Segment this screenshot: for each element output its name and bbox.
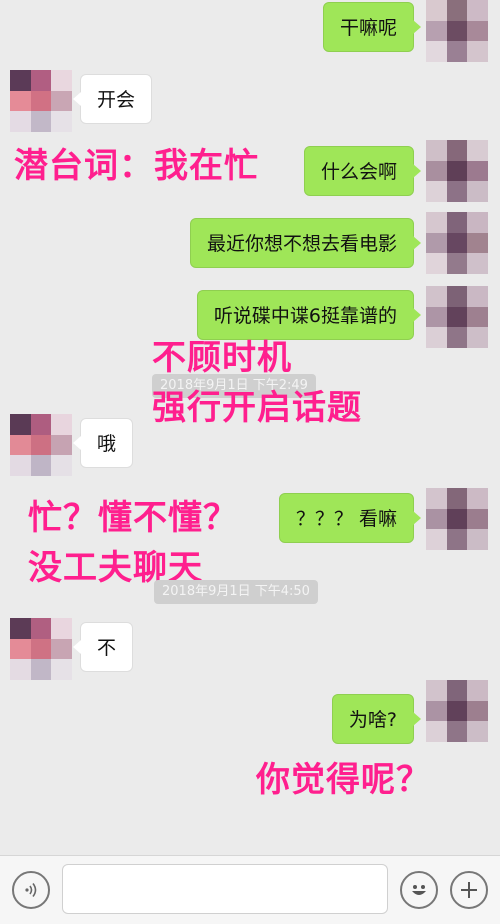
message-bubble-outgoing[interactable]: 干嘛呢 <box>322 2 422 52</box>
annotation-subtext: 忙？懂不懂？ <box>28 498 238 538</box>
avatar[interactable] <box>426 680 488 742</box>
message-bubble-incoming[interactable]: 哦 <box>72 418 134 468</box>
avatar[interactable] <box>426 286 488 348</box>
message-bubble-outgoing[interactable]: 什么会啊 <box>303 146 422 196</box>
message-bubble-incoming[interactable]: 不 <box>72 622 134 672</box>
avatar[interactable] <box>426 0 488 62</box>
avatar[interactable] <box>10 618 72 680</box>
message-bubble-outgoing[interactable]: 听说碟中谍6挺靠谱的 <box>196 290 422 340</box>
annotation-subtext: 潜台词：我在忙 <box>14 146 259 186</box>
emoji-icon <box>412 885 426 895</box>
message-bubble-outgoing[interactable]: 最近你想不想去看电影 <box>189 218 422 268</box>
annotation-subtext: 你觉得呢？ <box>256 760 431 800</box>
avatar[interactable] <box>10 70 72 132</box>
message-text-input[interactable] <box>62 864 388 914</box>
message-input-bar <box>0 855 500 924</box>
message-bubble-incoming[interactable]: 开会 <box>72 74 153 124</box>
voice-button[interactable] <box>12 871 50 909</box>
voice-icon <box>25 883 37 897</box>
timestamp: 2018年9月1日 下午4:50 <box>154 580 318 604</box>
plus-icon <box>461 882 477 898</box>
annotation-subtext: 不顾时机 <box>152 338 292 378</box>
emoji-button[interactable] <box>400 871 438 909</box>
chat-area[interactable]: 干嘛呢 开会 潜台词：我在忙 什么会啊 最近你想不想去看电影 听说碟中谍6挺靠谱… <box>0 0 500 855</box>
avatar[interactable] <box>10 414 72 476</box>
plus-button[interactable] <box>450 871 488 909</box>
annotation-subtext: 强行开启话题 <box>152 388 362 428</box>
avatar[interactable] <box>426 212 488 274</box>
avatar[interactable] <box>426 140 488 202</box>
message-bubble-outgoing[interactable]: 为啥? <box>331 694 422 744</box>
message-bubble-outgoing[interactable]: ？？？ 看嘛 <box>278 493 422 543</box>
avatar[interactable] <box>426 488 488 550</box>
